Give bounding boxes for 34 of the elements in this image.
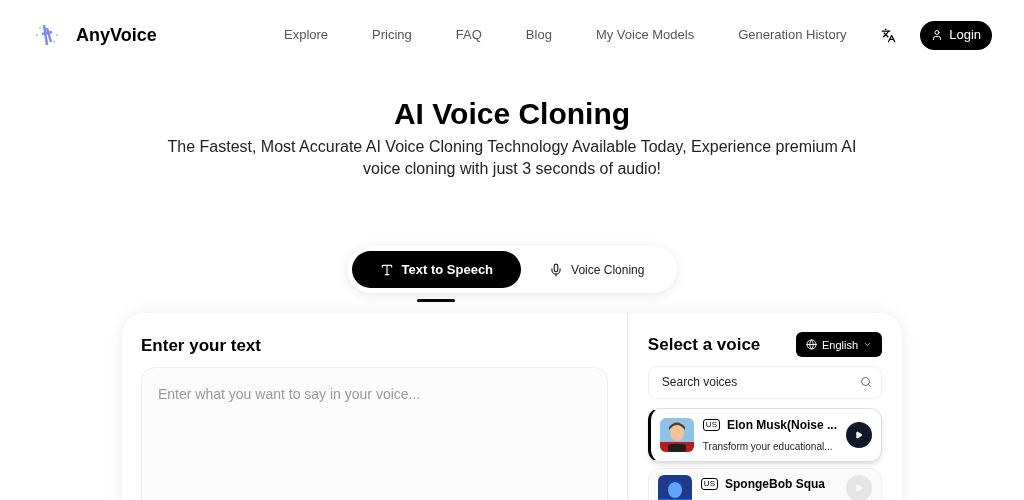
voice-description: Transform your educational... bbox=[702, 439, 834, 454]
globe-icon bbox=[805, 339, 817, 351]
region-tag: US bbox=[702, 418, 720, 431]
nav-link[interactable]: FAQ bbox=[455, 25, 482, 45]
hero-subtitle: The Fastest, Most Accurate AI Voice Cloning Technology Available Today, Experience premium AI voice cloning with just 3 seconds of audio! bbox=[166, 137, 858, 179]
login-button[interactable]: Login bbox=[920, 20, 992, 50]
hero-title: AI Voice Cloning bbox=[393, 96, 631, 132]
nav-link[interactable]: My Voice Models bbox=[595, 25, 695, 45]
microphone-icon bbox=[549, 262, 564, 277]
language-dropdown[interactable]: English bbox=[795, 332, 882, 358]
search-field[interactable]: Search voices bbox=[647, 365, 882, 399]
region-tag: US bbox=[700, 477, 718, 490]
search-icon bbox=[860, 375, 872, 388]
translate-icon[interactable] bbox=[881, 27, 897, 43]
play-icon bbox=[855, 483, 863, 492]
user-icon bbox=[931, 29, 944, 41]
text-icon bbox=[379, 262, 394, 277]
text-input[interactable]: Enter what you want to say in your voice... bbox=[141, 366, 608, 500]
brand-name: AnyVoice bbox=[76, 23, 157, 47]
play-button[interactable] bbox=[846, 421, 872, 448]
voices-heading: Select a voice bbox=[647, 334, 761, 356]
voice-card[interactable]: US Elon Musk(Noise ... Transform your educational... bbox=[647, 407, 882, 462]
mode-tab[interactable]: Text to Speech bbox=[351, 251, 522, 288]
voice-name: SpongeBob Squa bbox=[725, 475, 825, 493]
play-icon bbox=[855, 430, 863, 439]
mode-tab[interactable]: Voice Cloning bbox=[521, 251, 673, 288]
nav-link[interactable]: Pricing bbox=[372, 25, 412, 45]
voice-name: Elon Musk(Noise ... bbox=[727, 416, 837, 434]
nav-link[interactable]: Generation History bbox=[738, 25, 847, 45]
nav-link[interactable]: Blog bbox=[525, 25, 552, 45]
editor-heading: Enter your text bbox=[141, 335, 262, 357]
voice-card[interactable]: US SpongeBob Squa bbox=[647, 467, 882, 500]
nav-link[interactable]: Explore bbox=[284, 25, 329, 45]
tab-underline bbox=[417, 299, 456, 302]
